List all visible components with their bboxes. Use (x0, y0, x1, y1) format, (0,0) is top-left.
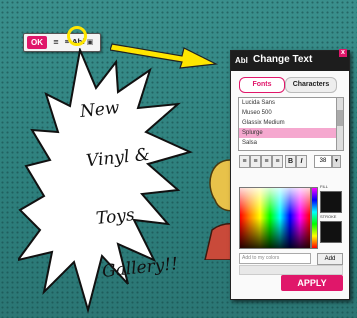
font-list[interactable]: Lucida Sans Museo 500 Glassix Medium Spl… (238, 97, 338, 151)
align-justify-icon[interactable]: ≡ (272, 155, 283, 168)
scroll-thumb[interactable] (337, 110, 343, 126)
tab-characters[interactable]: Characters (285, 77, 337, 93)
apply-button[interactable]: APPLY (281, 275, 343, 291)
panel-title: Change Text (253, 54, 313, 65)
font-list-scrollbar[interactable] (336, 97, 344, 151)
stroke-label: STROKE (320, 214, 337, 219)
add-color-field[interactable]: Add to my colors (239, 253, 311, 264)
close-icon[interactable]: x (339, 49, 347, 57)
font-size-input[interactable]: 38 (314, 155, 332, 168)
hue-slider[interactable] (311, 187, 318, 249)
highlight-ring (67, 26, 87, 46)
panel-logo: Abl (235, 56, 248, 65)
italic-button[interactable]: I (296, 155, 307, 168)
burst-line-3: Toys (95, 205, 136, 229)
bold-button[interactable]: B (285, 155, 296, 168)
color-picker[interactable] (239, 187, 311, 249)
fill-label: FILL (320, 184, 329, 189)
font-item[interactable]: Glassix Medium (239, 118, 337, 128)
stroke-swatch[interactable] (320, 221, 342, 243)
font-item[interactable]: Lucida Sans (239, 98, 337, 108)
burst-line-1: New (79, 97, 121, 123)
font-item[interactable]: Salsa (239, 138, 337, 148)
font-item-selected[interactable]: Splurge (239, 128, 337, 138)
tab-fonts[interactable]: Fonts (239, 77, 285, 93)
font-item[interactable]: Museo 500 (239, 108, 337, 118)
align-center-icon[interactable]: ≡ (250, 155, 261, 168)
align-right-icon[interactable]: ≡ (261, 155, 272, 168)
panel-header: Abl Change Text x (231, 49, 349, 71)
add-color-button[interactable]: Add (317, 253, 343, 265)
fill-swatch[interactable] (320, 191, 342, 213)
layers-icon[interactable]: ≡ (51, 37, 61, 48)
saved-colors-row[interactable] (239, 265, 343, 275)
editor-canvas[interactable]: OK ≡ ⌗ Abl ▣ New Vinyl & Toys Gallery!! … (0, 0, 357, 318)
chevron-down-icon[interactable]: ▼ (332, 155, 341, 168)
change-text-panel: Abl Change Text x Fonts Characters Lucid… (230, 49, 350, 300)
align-left-icon[interactable]: ≡ (239, 155, 250, 168)
